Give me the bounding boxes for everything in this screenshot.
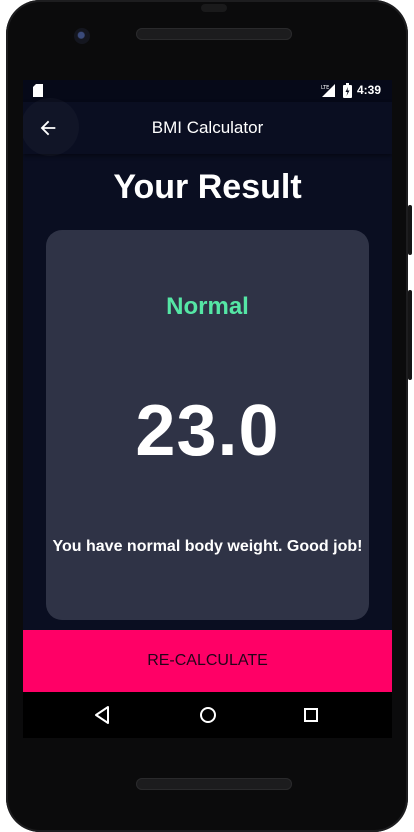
bottom-speaker <box>136 778 292 790</box>
app-screen: LTE 4:39 BMI Calculator Your Result Norm… <box>23 80 392 738</box>
front-camera <box>74 28 90 44</box>
recalculate-button[interactable]: RE-CALCULATE <box>23 630 392 692</box>
nav-home-icon[interactable] <box>197 704 219 726</box>
power-button <box>408 205 412 255</box>
bmi-interpretation: You have normal body weight. Good job! <box>52 538 363 555</box>
status-clock: 4:39 <box>357 83 382 97</box>
svg-text:LTE: LTE <box>321 85 329 91</box>
app-title: BMI Calculator <box>151 118 264 137</box>
sd-card-icon <box>33 84 43 97</box>
result-card: Normal 23.0 You have normal body weight.… <box>46 230 369 620</box>
volume-button <box>408 290 412 380</box>
nav-back-icon[interactable] <box>92 704 114 726</box>
battery-icon <box>343 83 352 98</box>
earpiece <box>201 4 227 12</box>
lte-signal-icon: LTE <box>321 84 335 97</box>
top-speaker <box>136 28 292 40</box>
system-nav-bar <box>23 692 392 738</box>
status-bar: LTE 4:39 <box>23 80 392 102</box>
emulator-stage: LTE 4:39 BMI Calculator Your Result Norm… <box>0 0 414 832</box>
bmi-value: 23.0 <box>135 391 280 471</box>
nav-recents-icon[interactable] <box>300 704 322 726</box>
result-heading: Your Result <box>113 168 302 206</box>
bmi-status-label: Normal <box>166 293 249 320</box>
app-bar: BMI Calculator <box>23 102 392 154</box>
